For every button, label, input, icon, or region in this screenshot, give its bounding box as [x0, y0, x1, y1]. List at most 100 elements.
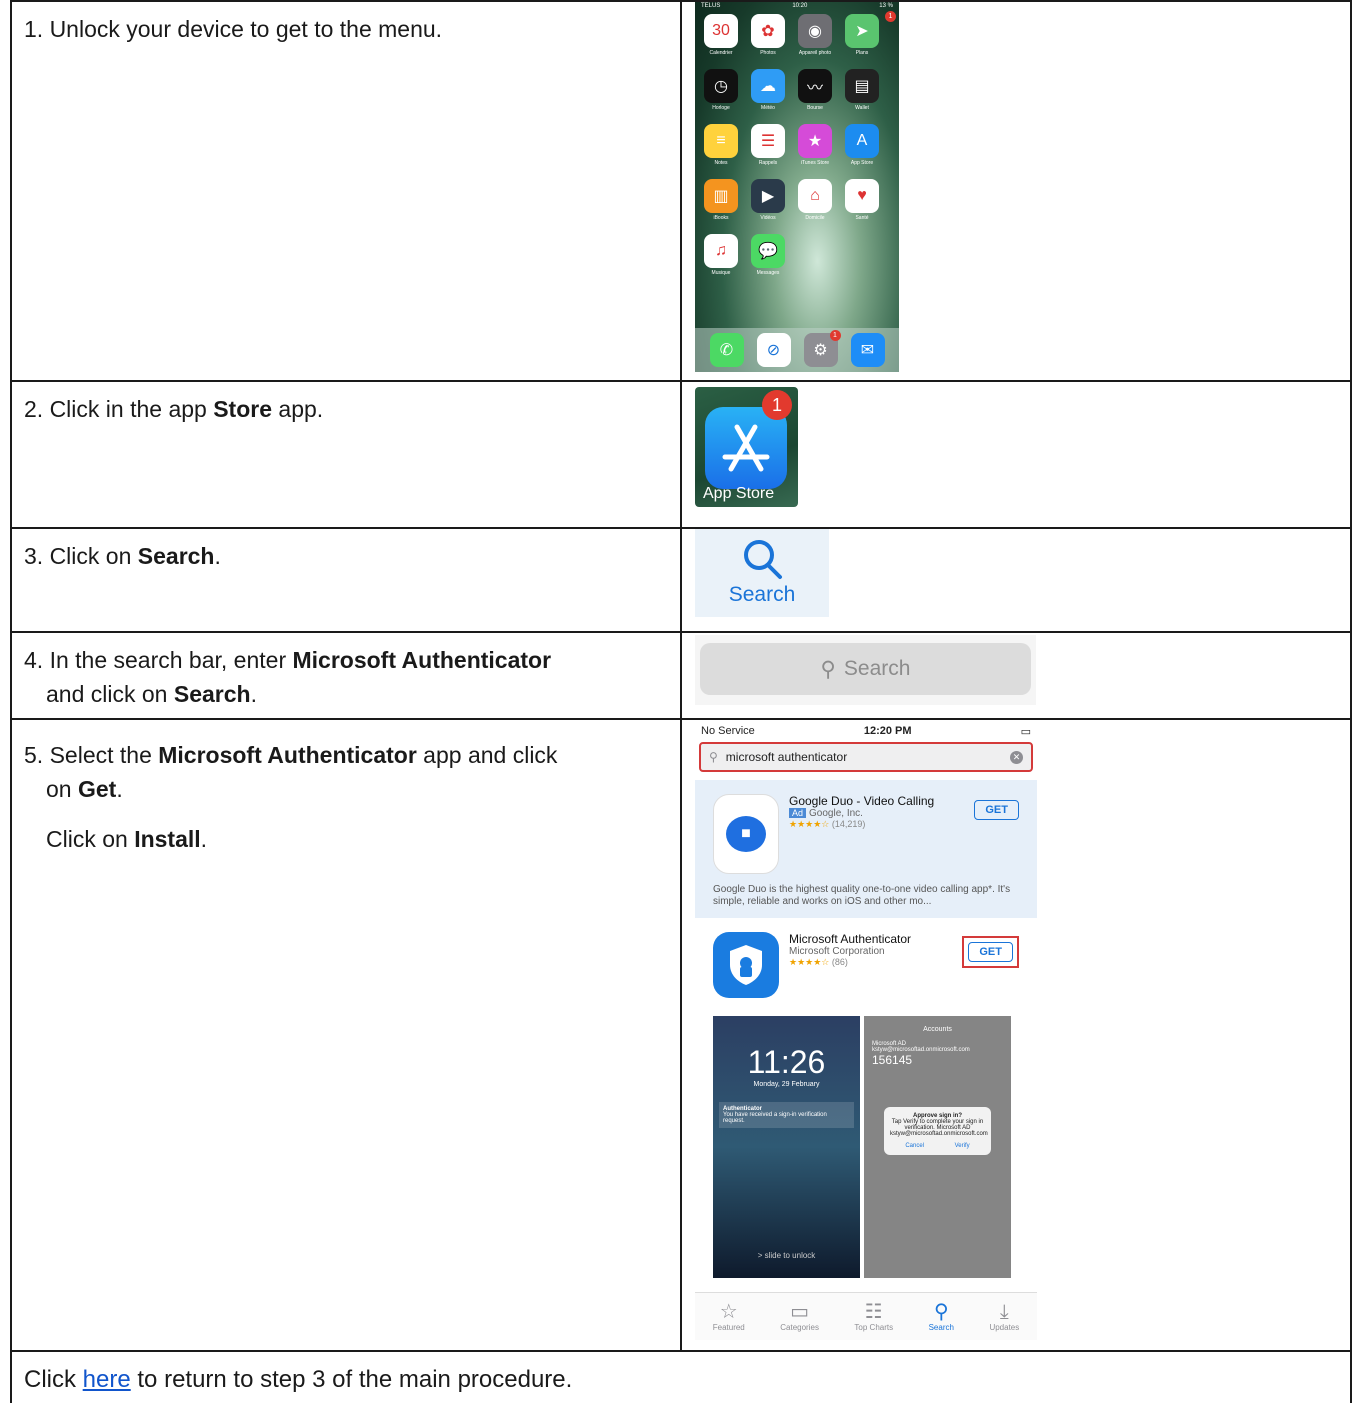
home-app[interactable]: ◉ Appareil photo: [797, 14, 833, 56]
app-label: Musique: [711, 270, 731, 276]
get-highlight: GET: [962, 936, 1019, 968]
app-label: Appareil photo: [798, 50, 832, 56]
home-app[interactable]: ➤ Plans: [844, 14, 880, 56]
tab-label: Featured: [712, 1323, 745, 1332]
app-label: Rappels: [758, 160, 778, 166]
clear-icon[interactable]: ✕: [1010, 750, 1023, 764]
footer-row: Click here to return to step 3 of the ma…: [10, 1350, 1352, 1403]
calendar-icon: 30: [704, 14, 738, 48]
home-app[interactable]: 💬 Messages: [750, 234, 786, 276]
reminders-icon: ☰: [751, 124, 785, 158]
dock-app[interactable]: ⚙ 1: [803, 330, 841, 367]
dock-app[interactable]: ✆: [709, 333, 744, 367]
home-app[interactable]: 30 Calendrier: [703, 14, 739, 56]
app-label: Horloge: [712, 105, 730, 111]
search-icon: ⚲: [820, 657, 836, 681]
app-store-tile[interactable]: 1 App Store: [695, 387, 798, 507]
updates-icon: ⤓: [999, 1301, 1009, 1323]
get-button-google-duo[interactable]: GET: [974, 800, 1019, 820]
home-app[interactable]: ♥ Santé: [844, 179, 880, 221]
step-1-text: 1. Unlock your device to get to the menu…: [10, 0, 682, 382]
phone-icon: ✆: [709, 333, 744, 367]
maps-icon: ➤: [845, 14, 879, 48]
tab-search[interactable]: ⚲ Search: [929, 1301, 954, 1332]
home-app[interactable]: ≡ Notes: [703, 124, 739, 166]
videos-icon: ▶: [751, 179, 785, 213]
dock: ✆ ⊘ ⚙ 1 ✉: [695, 328, 899, 372]
home-app[interactable]: ✿ Photos: [750, 14, 786, 56]
app-label: Santé: [855, 215, 869, 221]
notification-badge: 1: [829, 330, 841, 341]
camera-icon: ◉: [798, 14, 832, 48]
top-charts-icon: ☷: [864, 1301, 883, 1323]
clock-icon: ◷: [704, 69, 738, 103]
search-input[interactable]: ⚲ Search: [700, 643, 1031, 695]
status-bar: TELUS 10:20 13 %: [701, 3, 893, 9]
home-app[interactable]: ▤ Wallet: [844, 69, 880, 111]
search-query-field[interactable]: ⚲ microsoft authenticator ✕: [699, 742, 1033, 772]
tab-top-charts[interactable]: ☷ Top Charts: [854, 1301, 893, 1332]
accounts-screenshot: Accounts Microsoft AD kstyw@microsoftad.…: [864, 1016, 1011, 1278]
app-label: Bourse: [807, 105, 823, 111]
home-app[interactable]: ☁ Météo: [750, 69, 786, 111]
app-label: iBooks: [713, 215, 729, 221]
step-2-image: 1 App Store: [680, 380, 1352, 529]
app-label: Vidéos: [760, 215, 776, 221]
return-link[interactable]: here: [83, 1366, 131, 1393]
dock-app[interactable]: ✉: [850, 333, 885, 367]
music-icon: ♫: [704, 234, 738, 268]
tab-featured[interactable]: ☆ Featured: [713, 1301, 745, 1332]
tab-label: Search: [928, 1323, 954, 1332]
app-label: Météo: [761, 105, 775, 111]
messages-icon: 💬: [751, 234, 785, 268]
result-microsoft-authenticator[interactable]: Microsoft Authenticator Microsoft Corpor…: [695, 918, 1037, 1006]
home-app[interactable]: ▥ iBooks: [703, 179, 739, 221]
app-label: Notes: [714, 160, 728, 166]
screenshots: 11:26 Monday, 29 February Authenticator Y…: [695, 1016, 1037, 1278]
app-label: App Store: [850, 160, 874, 166]
dock-app[interactable]: ⊘: [756, 333, 791, 367]
result-google-duo[interactable]: ■ Google Duo - Video Calling Ad Google, I…: [695, 780, 1037, 918]
home-app[interactable]: ☰ Rappels: [750, 124, 786, 166]
home-app[interactable]: A 1 App Store: [844, 11, 896, 166]
get-button-microsoft-authenticator[interactable]: GET: [968, 942, 1013, 962]
step-3-image: Search: [680, 527, 1352, 633]
health-icon: ♥: [845, 179, 879, 213]
ibooks-icon: ▥: [704, 179, 738, 213]
search-tab[interactable]: Search: [695, 529, 829, 617]
app-label: Photos: [760, 50, 776, 56]
step-1-image: TELUS 10:20 13 % 30 Calendrier ✿ Photos ◉ Appar…: [680, 0, 1352, 382]
home-app[interactable]: ◷ Horloge: [703, 69, 739, 111]
home-app[interactable]: ⌂ Domicile: [797, 179, 833, 221]
app-store-search-results: No Service 12:20 PM ▭ ⚲ microsoft authenti…: [695, 725, 1037, 1340]
steps-table: 1. Unlock your device to get to the menu…: [10, 0, 1352, 1403]
wallet-icon: ▤: [845, 69, 879, 103]
phone-status-bar: No Service 12:20 PM ▭: [701, 725, 1031, 738]
mail-icon: ✉: [850, 333, 885, 367]
step-5-image: No Service 12:20 PM ▭ ⚲ microsoft authenti…: [680, 718, 1352, 1352]
home-app-icon: ⌂: [798, 179, 832, 213]
iphone-home-screen: TELUS 10:20 13 % 30 Calendrier ✿ Photos ◉ Appar…: [695, 2, 899, 372]
categories-icon: ▭: [790, 1301, 810, 1323]
microsoft-authenticator-icon: [713, 932, 779, 998]
tab-label: Updates: [989, 1323, 1020, 1332]
weather-icon: ☁: [751, 69, 785, 103]
home-app[interactable]: 〰 Bourse: [797, 69, 833, 111]
step-4-image: ⚲ Search: [680, 631, 1352, 720]
app-label: Plans: [855, 50, 869, 56]
tab-categories[interactable]: ▭ Categories: [780, 1301, 819, 1332]
home-app[interactable]: ♫ Musique: [703, 234, 739, 276]
tab-label: Top Charts: [854, 1323, 894, 1332]
search-bar-image: ⚲ Search: [695, 635, 1036, 705]
app-label: Wallet: [855, 105, 869, 111]
tab-updates[interactable]: ⤓ Updates: [989, 1301, 1019, 1332]
lock-screen-screenshot: 11:26 Monday, 29 February Authenticator Y…: [713, 1016, 860, 1278]
home-app[interactable]: ▶ Vidéos: [750, 179, 786, 221]
notification-badge: 1: [885, 11, 896, 22]
photos-icon: ✿: [751, 14, 785, 48]
app-store-icon: A: [845, 124, 879, 158]
battery-icon: ▭: [1020, 726, 1031, 738]
app-label: iTunes Store: [800, 160, 830, 166]
google-duo-icon: ■: [713, 794, 779, 874]
home-app[interactable]: ★ iTunes Store: [797, 124, 833, 166]
